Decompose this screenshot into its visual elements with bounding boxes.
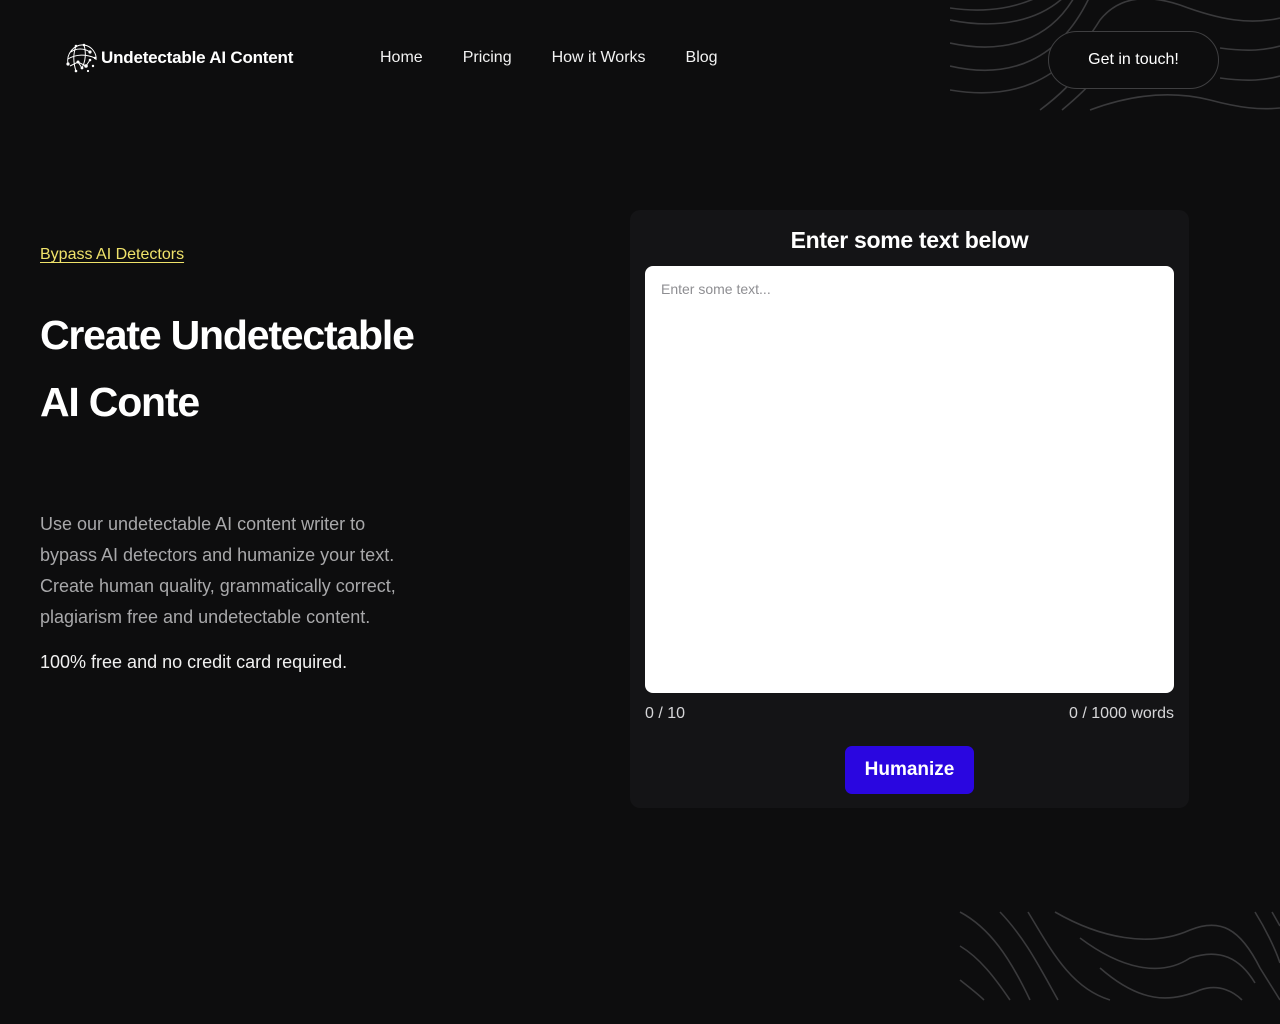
- word-counter: 0 / 1000 words: [1069, 705, 1174, 722]
- card-title: Enter some text below: [790, 227, 1029, 253]
- description-line-2: Create human quality, grammatically corr…: [40, 576, 396, 627]
- nav-pricing[interactable]: Pricing: [463, 49, 512, 67]
- decorative-waves-bottom: [959, 911, 1280, 1001]
- bypass-ai-detectors-link[interactable]: Bypass AI Detectors: [40, 246, 184, 264]
- headline-line-1: Create Undetectable: [40, 312, 415, 358]
- headline-line-2: AI Conte: [40, 379, 200, 425]
- text-input[interactable]: [645, 266, 1174, 693]
- hero-section: Bypass AI Detectors Create Undetectable …: [40, 246, 500, 673]
- hero-description: Use our undetectable AI content writer t…: [40, 509, 400, 633]
- free-note: 100% free and no credit card required.: [40, 652, 348, 672]
- main-nav: Home Pricing How it Works Blog: [380, 49, 758, 67]
- page-title: Create Undetectable AI Conte: [40, 302, 500, 436]
- nav-blog[interactable]: Blog: [686, 49, 718, 67]
- nav-how-it-works[interactable]: How it Works: [552, 49, 646, 67]
- humanize-button[interactable]: Humanize: [845, 746, 974, 794]
- get-in-touch-button[interactable]: Get in touch!: [1048, 31, 1219, 89]
- nav-home[interactable]: Home: [380, 49, 423, 67]
- logo[interactable]: Undetectable AI Content: [64, 42, 293, 74]
- usage-counter: 0 / 10: [645, 705, 686, 722]
- logo-text: Undetectable AI Content: [101, 48, 294, 67]
- site-header: Undetectable AI Content Home Pricing How…: [0, 0, 1280, 118]
- network-globe-icon: [66, 43, 97, 73]
- description-line-1: Use our undetectable AI content writer t…: [40, 514, 395, 565]
- humanizer-card: Enter some text below 0 / 10 0 / 1000 wo…: [630, 210, 1189, 808]
